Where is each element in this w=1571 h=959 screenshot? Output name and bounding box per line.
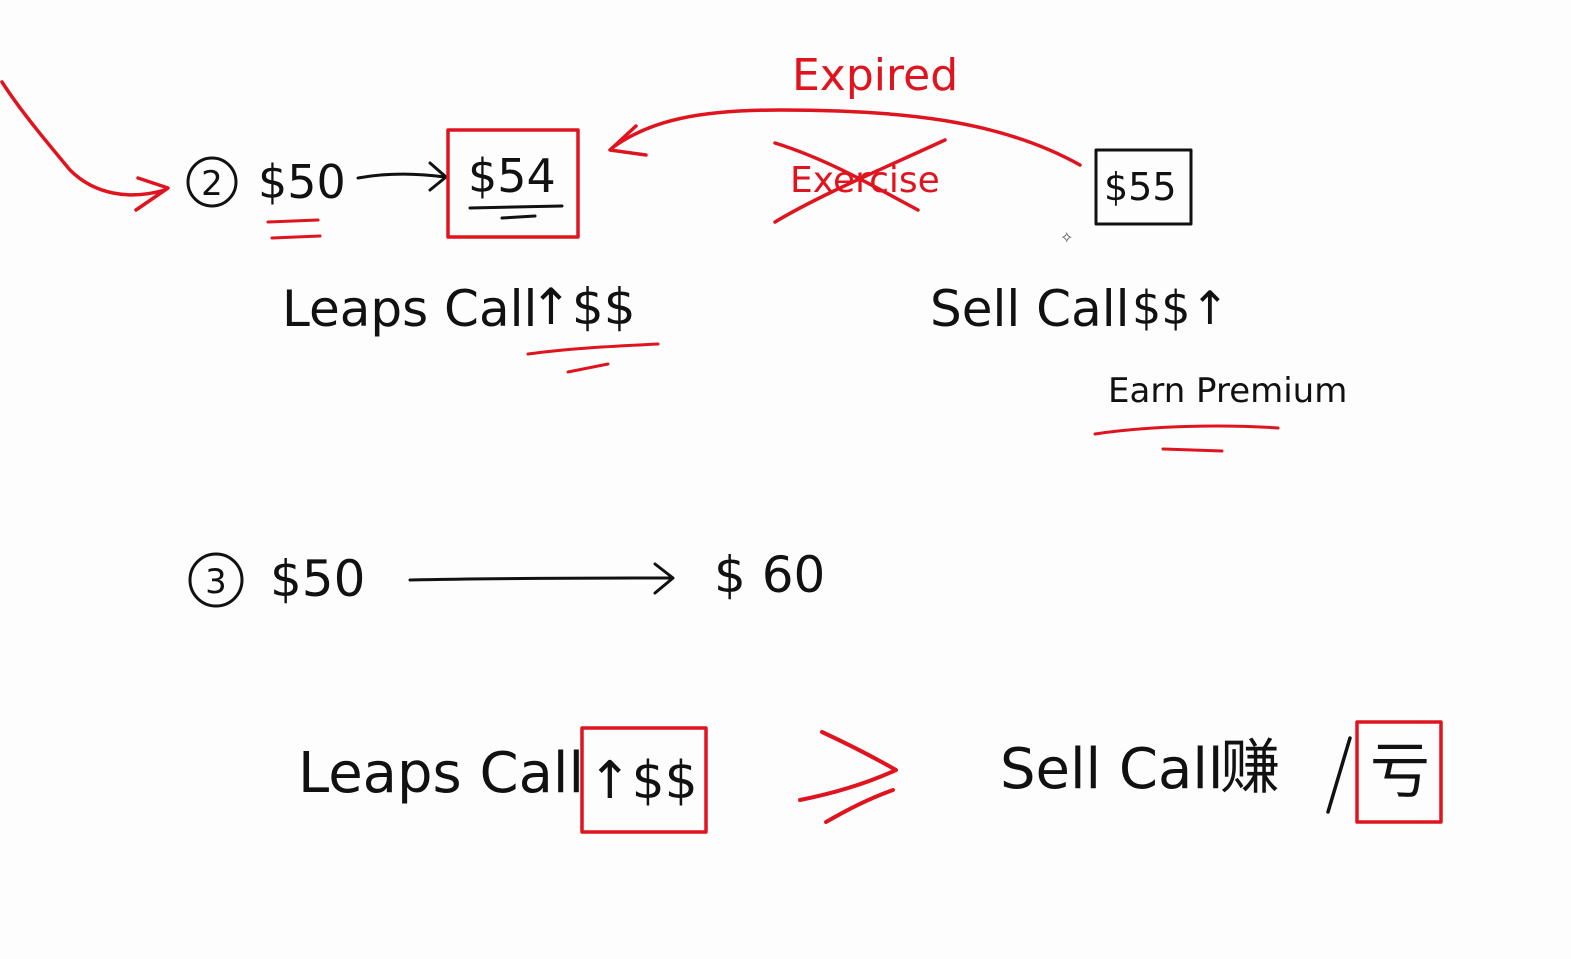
scenario-2-number: 2	[201, 164, 223, 204]
greater-than-or-equal-sign	[798, 730, 898, 824]
earn-premium-red-underline	[1093, 424, 1280, 453]
scenario-2-strike-price: $55	[1104, 165, 1177, 209]
scenario-3-end-price: $ 60	[714, 546, 825, 604]
earn-loss-separator	[1326, 736, 1352, 814]
start-price-red-underline	[266, 218, 322, 240]
incoming-red-arrow	[0, 80, 170, 212]
price-move-arrow	[356, 161, 448, 192]
expired-label: Expired	[792, 50, 958, 101]
sparkle-cursor-icon: ✧	[1060, 228, 1073, 247]
scenario-3-leaps-call-gain: ↑$$	[588, 751, 698, 811]
scenario-2-start-price: $50	[258, 155, 346, 209]
whiteboard-canvas: 2 $50 $54 Expired Exercise $55 ✧ Leaps C…	[0, 50, 1443, 834]
scenario-3-start-price: $50	[270, 550, 365, 608]
sell-call-loss-char: 亏	[1370, 737, 1430, 807]
target-price-underline	[468, 204, 564, 220]
expired-arrow	[608, 108, 1082, 167]
scenario-2: 2 $50 $54 Expired Exercise $55 ✧ Leaps C…	[186, 50, 1347, 453]
scenario-2-sell-call-gain: $$↑	[1132, 281, 1229, 335]
sell-call-earn-char: 赚	[1220, 733, 1280, 803]
earn-premium-label: Earn Premium	[1108, 371, 1347, 411]
scenario-2-sell-call-label: Sell Call	[930, 280, 1130, 338]
scenario-3-number: 3	[205, 562, 227, 602]
leaps-gain-red-underline	[526, 342, 660, 374]
scenario-3-leaps-call-label: Leaps Call	[298, 741, 584, 806]
scenario-3-price-arrow	[408, 562, 675, 595]
scenario-2-target-price: $54	[468, 149, 556, 203]
scenario-3-sell-call-label: Sell Call	[1000, 737, 1223, 802]
scenario-3: 3 $50 $ 60 Leaps Call ↑$$ Sell Call 赚 亏	[188, 546, 1443, 834]
scenario-2-leaps-call-gain: ↑$$	[530, 278, 636, 336]
scenario-2-leaps-call-label: Leaps Call	[282, 280, 537, 338]
